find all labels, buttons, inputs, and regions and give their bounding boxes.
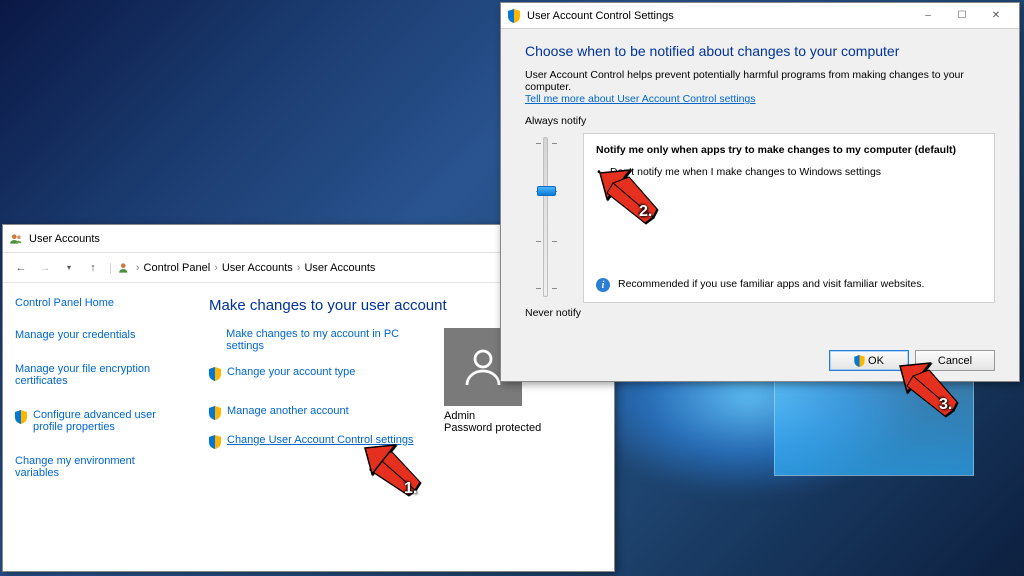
cancel-button[interactable]: Cancel <box>915 350 995 371</box>
window-title: User Account Control Settings <box>527 10 911 22</box>
never-notify-label: Never notify <box>525 307 995 319</box>
main-link-change-uac[interactable]: Change User Account Control settings <box>209 434 424 449</box>
button-label: Cancel <box>938 355 972 367</box>
sidebar: Control Panel Home Manage your credentia… <box>3 283 193 571</box>
up-button[interactable]: ↑ <box>83 258 103 278</box>
forward-button[interactable]: → <box>35 258 55 278</box>
minimize-button[interactable]: – <box>911 6 945 26</box>
info-title: Notify me only when apps try to make cha… <box>596 144 982 156</box>
uac-info-panel: Notify me only when apps try to make cha… <box>583 133 995 303</box>
crumb-control-panel[interactable]: Control Panel <box>144 262 211 274</box>
link-text[interactable]: Change User Account Control settings <box>227 434 414 446</box>
sidebar-link[interactable]: Manage your file encryption certificates <box>15 363 181 387</box>
uac-slider[interactable] <box>543 137 548 297</box>
sidebar-link[interactable]: Change my environment variables <box>15 455 181 479</box>
learn-more-link[interactable]: Tell me more about User Account Control … <box>525 93 995 105</box>
users-icon <box>9 232 23 246</box>
link-text[interactable]: Make changes to my account in PC setting… <box>226 328 424 352</box>
sidebar-home-link[interactable]: Control Panel Home <box>15 297 181 309</box>
shield-icon <box>209 406 221 420</box>
back-button[interactable]: ← <box>11 258 31 278</box>
info-recommendation: Recommended if you use familiar apps and… <box>618 278 924 292</box>
shield-icon <box>507 9 521 23</box>
titlebar[interactable]: User Account Control Settings – ☐ ✕ <box>501 3 1019 29</box>
shield-icon <box>209 367 221 381</box>
info-icon: i <box>596 278 610 292</box>
crumb-user-accounts-2[interactable]: User Accounts <box>304 262 375 274</box>
uac-settings-window: User Account Control Settings – ☐ ✕ Choo… <box>500 2 1020 382</box>
uac-description: User Account Control helps prevent poten… <box>525 69 995 93</box>
sidebar-link[interactable]: Configure advanced user profile properti… <box>33 409 181 433</box>
shield-icon <box>854 355 865 367</box>
always-notify-label: Always notify <box>525 115 995 127</box>
sidebar-item-env-vars[interactable]: Change my environment variables <box>15 455 181 491</box>
maximize-button[interactable]: ☐ <box>945 6 979 26</box>
shield-icon <box>209 435 221 449</box>
main-link-manage-another[interactable]: Manage another account <box>209 405 424 420</box>
window-title: User Accounts <box>29 233 506 245</box>
link-text[interactable]: Change your account type <box>227 366 355 378</box>
sidebar-item-certificates[interactable]: Manage your file encryption certificates <box>15 363 181 399</box>
shield-icon <box>15 410 27 424</box>
sidebar-item-credentials[interactable]: Manage your credentials <box>15 329 181 353</box>
close-button[interactable]: ✕ <box>979 6 1013 26</box>
users-icon <box>118 261 132 275</box>
bullet-icon: • <box>596 166 602 178</box>
ok-button[interactable]: OK <box>829 350 909 371</box>
crumb-user-accounts[interactable]: User Accounts <box>222 262 293 274</box>
slider-thumb[interactable] <box>537 186 556 196</box>
account-password-status: Password protected <box>444 422 541 434</box>
button-label: OK <box>868 355 884 367</box>
account-name: Admin <box>444 410 541 422</box>
uac-heading: Choose when to be notified about changes… <box>525 43 995 59</box>
sidebar-item-profile-properties[interactable]: Configure advanced user profile properti… <box>15 409 181 445</box>
main-link-account-type[interactable]: Change your account type <box>209 366 424 381</box>
info-bullet-text: Don't notify me when I make changes to W… <box>610 166 881 178</box>
link-text[interactable]: Manage another account <box>227 405 349 417</box>
sidebar-link[interactable]: Manage your credentials <box>15 329 135 341</box>
recent-dropdown[interactable]: ▾ <box>59 258 79 278</box>
main-link-pc-settings[interactable]: Make changes to my account in PC setting… <box>209 328 424 352</box>
